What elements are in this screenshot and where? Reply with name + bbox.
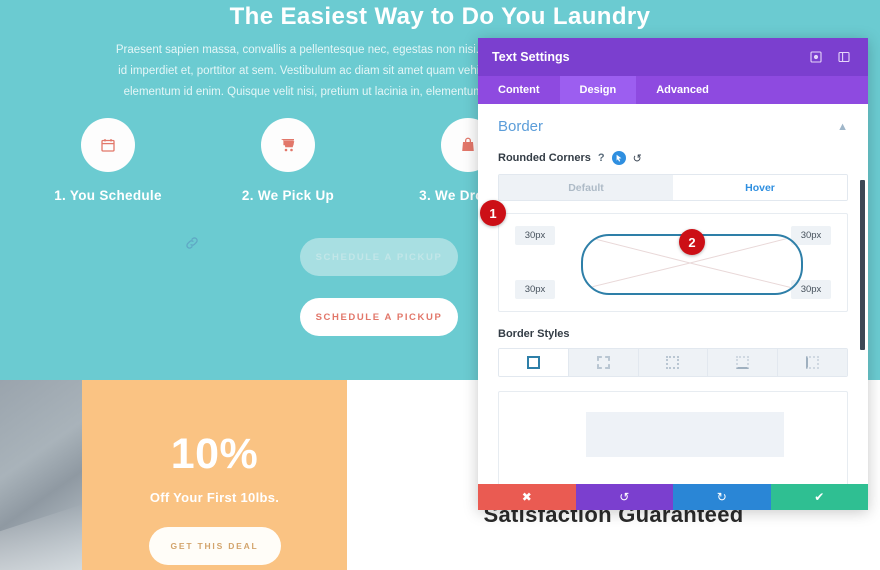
chevron-up-icon[interactable]: ▲ — [837, 121, 848, 133]
panel-body: Border ▲ Rounded Corners ? ↺ Default Hov… — [478, 104, 868, 484]
step-item: 1. You Schedule — [8, 118, 208, 203]
border-preview-box — [498, 391, 848, 484]
laundry-photo — [0, 380, 82, 570]
border-style-dotted-icon — [666, 356, 680, 369]
state-default-tab[interactable]: Default — [499, 175, 673, 200]
border-style-dashed[interactable] — [568, 349, 639, 376]
link-icon[interactable] — [185, 236, 199, 253]
undo-button[interactable]: ↺ — [575, 484, 673, 510]
corner-bottom-left-input[interactable]: 30px — [515, 280, 555, 299]
promo-card: 10% Off Your First 10lbs. GET THIS DEAL — [82, 380, 347, 570]
border-styles-label: Border Styles — [498, 328, 570, 340]
annotation-badge-2: 2 — [679, 229, 705, 255]
border-section-header[interactable]: Border ▲ — [498, 118, 848, 135]
border-preview-fill — [586, 412, 785, 457]
step-label: 2. We Pick Up — [241, 188, 335, 203]
panel-tabs: Content Design Advanced — [478, 76, 868, 104]
rounded-corners-label: Rounded Corners — [498, 152, 591, 164]
save-button[interactable]: ✔ — [770, 484, 868, 510]
promo-subtitle: Off Your First 10lbs. — [149, 490, 280, 505]
get-this-deal-button[interactable]: GET THIS DEAL — [148, 527, 281, 565]
tab-design[interactable]: Design — [559, 76, 637, 104]
annotation-badge-1: 1 — [480, 200, 506, 226]
page-title: The Easiest Way to Do You Laundry — [229, 3, 651, 30]
shopping-cart-icon — [261, 118, 315, 172]
border-style-bottom[interactable] — [708, 349, 779, 376]
state-toggle: Default Hover — [498, 174, 848, 201]
corner-top-right-input[interactable]: 30px — [791, 226, 831, 245]
corner-top-left-input[interactable]: 30px — [515, 226, 555, 245]
redo-button[interactable]: ↻ — [673, 484, 771, 510]
border-style-dashed-icon — [596, 356, 610, 369]
border-style-solid-icon — [526, 356, 540, 369]
cancel-button[interactable]: ✖ — [478, 484, 576, 510]
rounded-corners-control: 30px 30px 30px 30px — [498, 213, 848, 312]
panel-scrollbar[interactable] — [859, 104, 866, 484]
calendar-icon — [81, 118, 135, 172]
border-style-dotted[interactable] — [638, 349, 709, 376]
border-style-left[interactable] — [778, 349, 847, 376]
hover-state-icon[interactable] — [611, 151, 626, 165]
panel-header: Text Settings — [478, 38, 868, 76]
panel-title: Text Settings — [492, 50, 570, 64]
help-icon[interactable]: ? — [598, 152, 605, 164]
border-styles-row — [498, 348, 848, 377]
border-style-bottom-icon — [736, 356, 750, 369]
step-item: 2. We Pick Up — [188, 118, 388, 203]
scrollbar-thumb[interactable] — [860, 180, 865, 350]
tab-content[interactable]: Content — [478, 76, 560, 104]
promo-percent: 10% — [170, 430, 259, 478]
border-section-title: Border — [498, 118, 544, 135]
border-style-solid[interactable] — [499, 349, 569, 376]
schedule-pickup-button[interactable]: SCHEDULE A PICKUP — [300, 298, 458, 336]
state-hover-tab[interactable]: Hover — [673, 175, 847, 200]
schedule-pickup-ghost-button[interactable]: SCHEDULE A PICKUP — [300, 238, 458, 276]
border-style-left-icon — [806, 356, 820, 369]
layout-panel-icon[interactable] — [834, 48, 854, 66]
step-label: 1. You Schedule — [54, 188, 162, 203]
text-settings-panel: Text Settings Content Design Advanced Bo… — [478, 38, 868, 510]
focus-target-icon[interactable] — [806, 48, 826, 66]
reset-icon[interactable]: ↺ — [633, 152, 642, 165]
tab-advanced[interactable]: Advanced — [636, 76, 729, 104]
panel-footer: ✖ ↺ ↻ ✔ — [478, 484, 868, 510]
screenshot-root: The Easiest Way to Do You Laundry Praese… — [0, 0, 880, 570]
rounded-corners-label-row: Rounded Corners ? ↺ — [498, 151, 848, 165]
